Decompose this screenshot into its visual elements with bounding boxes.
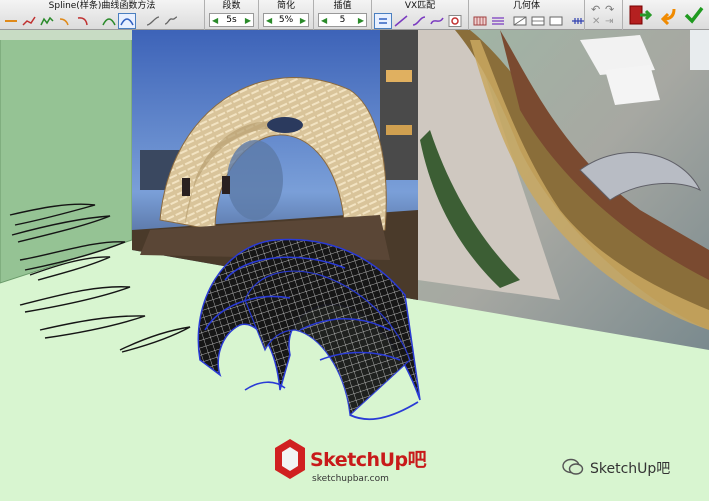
spline-polyline-tool[interactable] [21, 14, 37, 28]
hatch-icon [572, 17, 584, 24]
vx-diagonal-tool[interactable] [393, 14, 409, 28]
cancel-icon[interactable]: ✕ [592, 16, 600, 27]
surface-icon [531, 16, 545, 25]
spline-cubic-tool[interactable] [118, 12, 136, 29]
segments-label: 段数 [222, 1, 241, 11]
checkmark-icon [684, 6, 704, 24]
exit-door-icon [629, 5, 653, 25]
spline-section-label: Spline(样条)曲线函数方法 [48, 1, 156, 11]
simplify-spinner[interactable]: ◀ 5% ▶ [263, 13, 309, 27]
spin-right-icon[interactable]: ▶ [358, 16, 364, 25]
wave-icon [164, 15, 178, 25]
wave-icon [430, 17, 444, 24]
redo-icon[interactable]: ↷ [605, 3, 614, 16]
cubic-curve-icon [120, 17, 134, 25]
simplify-value: 5% [278, 15, 294, 25]
spline-wave-tool[interactable] [163, 14, 179, 28]
vx-equal-tool[interactable] [374, 12, 392, 29]
hook-curve-icon [77, 16, 88, 25]
plane-icon [513, 16, 527, 25]
spline-bezier-tool[interactable] [101, 14, 117, 28]
left-wall [0, 30, 133, 284]
spline-arc-tool[interactable] [57, 14, 73, 28]
box-icon [549, 16, 563, 25]
interpolate-spinner[interactable]: ◀ 5 ▶ [318, 13, 367, 27]
geometry-box-tool[interactable] [548, 14, 564, 28]
skip-icon[interactable]: ⇥ [605, 16, 613, 27]
spline-zigzag-tool[interactable] [39, 14, 55, 28]
geometry-hatch-tool[interactable] [570, 14, 586, 28]
wechat-account-text: SketchUp吧 [590, 461, 671, 477]
wall-top [0, 30, 132, 40]
straight-line-icon [5, 19, 17, 22]
segments-section: 段数 ◀ 5s ▶ [205, 0, 259, 30]
grid-icon [473, 16, 487, 25]
spline-curve-tool[interactable] [75, 14, 91, 28]
history-section: ↶ ↷ ✕ ⇥ [585, 0, 623, 30]
arc-icon [59, 17, 69, 25]
vx-scurve-tool[interactable] [411, 14, 427, 28]
logo-text: SketchUp吧 [310, 449, 427, 471]
s-curve-icon [412, 15, 426, 26]
stripes-icon [492, 16, 504, 25]
spline-line-tool[interactable] [3, 14, 19, 28]
diagonal-line-icon [394, 14, 408, 27]
simplify-section: 简化 ◀ 5% ▶ [259, 0, 314, 30]
interpolate-section: 插值 ◀ 5 ▶ [314, 0, 372, 30]
spin-right-icon[interactable]: ▶ [300, 16, 306, 25]
spline-section: Spline(样条)曲线函数方法 [0, 0, 205, 30]
vx-circle-tool[interactable] [447, 14, 463, 28]
exit-button[interactable] [628, 4, 653, 26]
back-button[interactable] [656, 5, 678, 26]
geometry-label: 几何体 [512, 1, 540, 11]
geometry-stripes-tool[interactable] [490, 14, 506, 28]
vx-wave-tool[interactable] [429, 14, 445, 28]
geometry-section: 几何体 [469, 0, 585, 30]
spline-toolbar: Spline(样条)曲线函数方法 段数 ◀ 5s ▶ 简化 ◀ 5% ▶ 插值 … [0, 0, 709, 30]
vx-section: VX匹配 [372, 0, 469, 30]
back-arrow-icon [660, 8, 676, 26]
viewport-3d[interactable] [0, 30, 709, 501]
reference-photo-aerial [418, 30, 709, 350]
interpolate-label: 插值 [333, 1, 352, 11]
interpolate-value: 5 [339, 15, 346, 25]
equal-icon [379, 17, 387, 24]
logo-url: sketchupbar.com [312, 474, 389, 484]
geometry-grid-tool[interactable] [472, 14, 488, 28]
zigzag-icon [40, 16, 54, 25]
undo-icon[interactable]: ↶ [591, 3, 600, 16]
confirm-button[interactable] [684, 5, 704, 25]
geometry-plane-tool[interactable] [512, 14, 528, 28]
circle-target-icon [448, 14, 462, 27]
segments-spinner[interactable]: ◀ 5s ▶ [209, 13, 254, 27]
wechat-icon [562, 458, 584, 476]
simplify-label: 简化 [276, 1, 295, 11]
polyline-icon [22, 16, 36, 26]
spline-s-curve-tool[interactable] [145, 14, 161, 28]
segments-value: 5s [226, 15, 237, 25]
spin-right-icon[interactable]: ▶ [245, 16, 251, 25]
vx-label: VX匹配 [404, 1, 436, 11]
bezier-icon [102, 17, 116, 25]
s-curve-icon [146, 15, 160, 26]
geometry-surface-tool[interactable] [530, 14, 546, 28]
